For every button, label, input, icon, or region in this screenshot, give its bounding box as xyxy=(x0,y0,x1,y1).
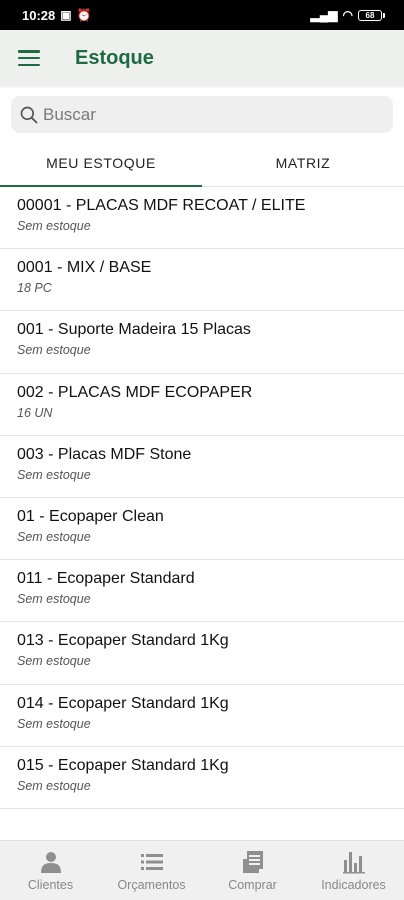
bottom-navigation: Clientes Orçamentos Comprar Indicadores xyxy=(0,840,404,900)
item-stock: Sem estoque xyxy=(17,654,91,669)
list-icon xyxy=(140,853,163,870)
item-stock: Sem estoque xyxy=(17,529,91,544)
alarm-icon: ⏰ xyxy=(76,8,92,22)
battery-level: 68 xyxy=(365,10,375,20)
nav-label: Orçamentos xyxy=(117,877,186,892)
page-title: Estoque xyxy=(75,46,154,69)
status-bar: 10:28 ▣ ⏰ ▂▄▆ ◠ 68 xyxy=(0,0,404,30)
item-title: 003 - Placas MDF Stone xyxy=(17,445,192,463)
nav-indicadores[interactable]: Indicadores xyxy=(303,841,404,900)
list-item[interactable]: 013 - Ecopaper Standard 1Kg Sem estoque xyxy=(0,622,404,685)
gallery-icon: ▣ xyxy=(60,8,72,22)
search-icon xyxy=(20,106,38,123)
item-title: 01 - Ecopaper Clean xyxy=(17,507,164,525)
list-item[interactable]: 01 - Ecopaper Clean Sem estoque xyxy=(0,498,404,561)
item-stock: 18 PC xyxy=(17,281,52,296)
list-item[interactable]: 002 - PLACAS MDF ECOPAPER 16 UN xyxy=(0,374,404,436)
nav-label: Indicadores xyxy=(321,877,386,892)
signal-icon: ▂▄▆ xyxy=(310,8,338,22)
item-title: 001 - Suporte Madeira 15 Placas xyxy=(17,321,251,339)
hamburger-menu-icon[interactable] xyxy=(18,50,40,66)
item-stock: Sem estoque xyxy=(17,467,91,482)
item-title: 0001 - MIX / BASE xyxy=(17,259,152,277)
item-title: 011 - Ecopaper Standard xyxy=(17,570,195,588)
item-stock: Sem estoque xyxy=(17,219,91,233)
list-item[interactable]: 003 - Placas MDF Stone Sem estoque xyxy=(0,436,404,498)
item-stock: Sem estoque xyxy=(17,716,91,731)
nav-comprar[interactable]: Comprar xyxy=(202,841,303,900)
tab-matriz[interactable]: MATRIZ xyxy=(202,139,404,186)
list-item[interactable]: 001 - Suporte Madeira 15 Placas Sem esto… xyxy=(0,311,404,374)
wifi-icon: ◠ xyxy=(342,8,353,22)
stock-list: 00001 - PLACAS MDF RECOAT / ELITE Sem es… xyxy=(0,187,404,811)
list-item[interactable]: 014 - Ecopaper Standard 1Kg Sem estoque xyxy=(0,685,404,747)
item-title: 015 - Ecopaper Standard 1Kg xyxy=(17,756,229,774)
item-title: 014 - Ecopaper Standard 1Kg xyxy=(17,694,229,712)
item-stock: Sem estoque xyxy=(17,778,91,793)
item-title: 002 - PLACAS MDF ECOPAPER xyxy=(17,383,253,401)
tab-bar: MEU ESTOQUE MATRIZ xyxy=(0,139,404,187)
search-bar[interactable] xyxy=(11,96,393,133)
search-input[interactable] xyxy=(43,104,363,125)
list-item[interactable]: 0001 - MIX / BASE 18 PC xyxy=(0,249,404,312)
item-stock: Sem estoque xyxy=(17,343,91,358)
nav-label: Comprar xyxy=(228,877,277,892)
list-item[interactable]: 011 - Ecopaper Standard Sem estoque xyxy=(0,560,404,623)
nav-label: Clientes xyxy=(27,877,74,892)
list-item[interactable]: 00001 - PLACAS MDF RECOAT / ELITE Sem es… xyxy=(0,187,404,250)
item-stock: 16 UN xyxy=(17,405,53,420)
bar-chart-icon xyxy=(342,851,365,873)
list-item[interactable]: 015 - Ecopaper Standard 1Kg Sem estoque xyxy=(0,747,404,809)
nav-orcamentos[interactable]: Orçamentos xyxy=(101,841,202,900)
battery-icon: 68 xyxy=(358,9,385,21)
receipt-icon xyxy=(242,850,263,873)
item-title: 00001 - PLACAS MDF RECOAT / ELITE xyxy=(17,197,306,214)
tab-meu-estoque[interactable]: MEU ESTOQUE xyxy=(0,139,202,187)
nav-clientes[interactable]: Clientes xyxy=(0,841,101,900)
item-stock: Sem estoque xyxy=(17,592,91,607)
app-bar: Estoque xyxy=(0,30,404,86)
app-screen: Estoque MEU ESTOQUE MATRIZ 00001 - PLACA… xyxy=(0,30,404,900)
search-container xyxy=(0,86,404,133)
status-time: 10:28 xyxy=(22,7,56,23)
item-title: 013 - Ecopaper Standard 1Kg xyxy=(17,632,229,650)
person-icon xyxy=(40,851,61,873)
